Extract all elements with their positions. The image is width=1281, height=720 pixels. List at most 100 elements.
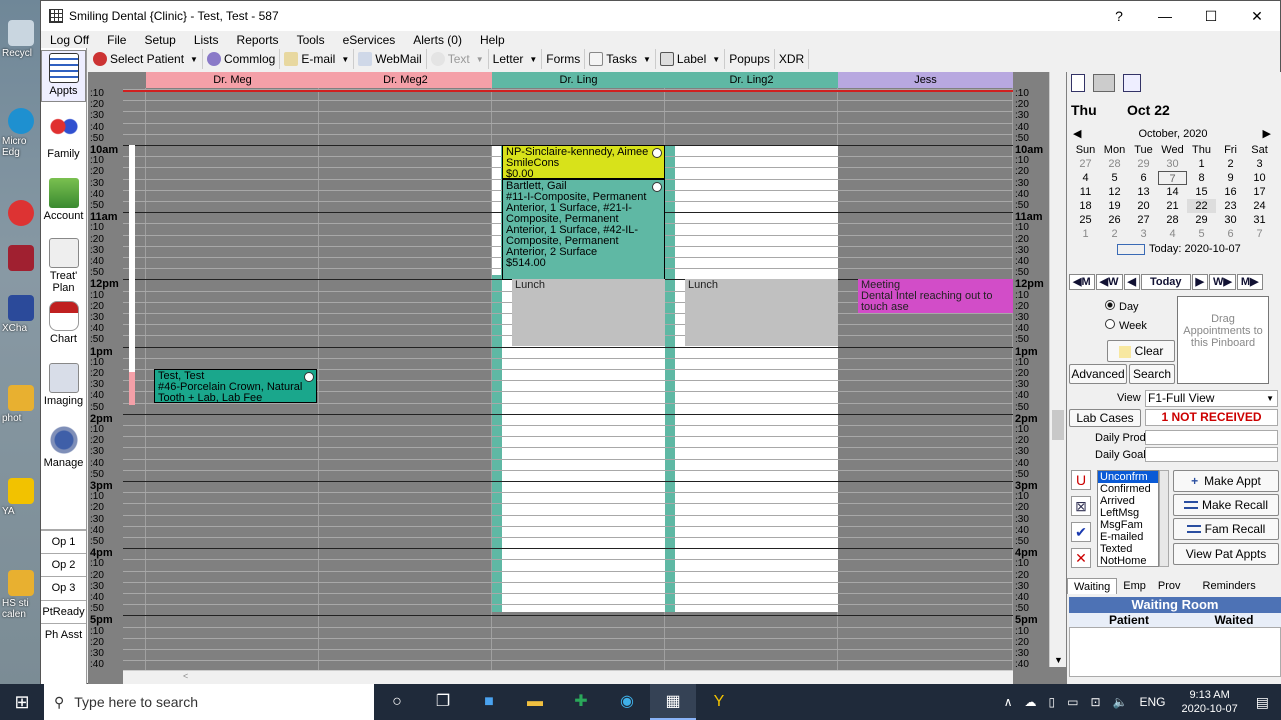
module-imaging[interactable]: Imaging bbox=[41, 363, 86, 407]
calendar-cell[interactable]: 13 bbox=[1129, 185, 1158, 199]
cloud-icon[interactable]: ☁ bbox=[1025, 695, 1037, 709]
calendar-cell[interactable]: 9 bbox=[1216, 171, 1245, 185]
prev-month-arrow-icon[interactable]: ◀ bbox=[1073, 125, 1081, 143]
status-item[interactable]: E-mailed bbox=[1098, 531, 1158, 543]
desktop-icon-photos[interactable]: phot bbox=[2, 385, 38, 424]
calendar-cell[interactable]: 6 bbox=[1129, 171, 1158, 185]
search-button[interactable]: Search bbox=[1129, 364, 1175, 384]
appointment-sinclaire-kennedy[interactable]: NP-Sinclaire-kennedy, Aimee SmileCons $0… bbox=[502, 145, 665, 179]
calendar-cell[interactable]: 7 bbox=[1158, 171, 1187, 185]
view-pat-appts-button[interactable]: View Pat Appts bbox=[1173, 543, 1279, 565]
calendar-cell[interactable]: Sun bbox=[1071, 143, 1100, 157]
chevron-up-icon[interactable]: ∧ bbox=[1004, 695, 1013, 709]
view-select[interactable]: F1-Full View ▼ bbox=[1145, 390, 1278, 407]
calendar-cell[interactable]: Sat bbox=[1245, 143, 1274, 157]
status-item[interactable]: Confirmed bbox=[1098, 483, 1158, 495]
vertical-scrollbar[interactable]: ▼ bbox=[1049, 72, 1066, 667]
calendar-cell[interactable]: 29 bbox=[1187, 213, 1216, 227]
status-item[interactable]: Arrived bbox=[1098, 495, 1158, 507]
make-appt-button[interactable]: + Make Appt bbox=[1173, 470, 1279, 492]
today-button[interactable]: Today bbox=[1140, 274, 1191, 290]
next-month-arrow-icon[interactable]: ▶ bbox=[1263, 125, 1271, 143]
next-month-button[interactable]: M▶ bbox=[1236, 274, 1263, 290]
calendar-cell[interactable]: 8 bbox=[1187, 171, 1216, 185]
next-week-button[interactable]: W▶ bbox=[1209, 274, 1236, 290]
calendar-cell[interactable]: 11 bbox=[1071, 185, 1100, 199]
opendental-taskbar-icon[interactable]: ▦ bbox=[650, 684, 696, 720]
menu-setup[interactable]: Setup bbox=[135, 33, 184, 47]
calendar-cell[interactable]: 5 bbox=[1187, 227, 1216, 241]
ya-taskbar-icon[interactable]: Y bbox=[696, 684, 742, 720]
op-button-1[interactable]: Op 1 bbox=[41, 530, 86, 553]
calendar-cell[interactable]: 16 bbox=[1216, 185, 1245, 199]
day-radio[interactable]: Day bbox=[1105, 300, 1139, 313]
notepad-icon[interactable] bbox=[1071, 74, 1085, 92]
calendar-cell[interactable]: 1 bbox=[1071, 227, 1100, 241]
calendar-cell[interactable]: Fri bbox=[1216, 143, 1245, 157]
op-button-3[interactable]: Op 3 bbox=[41, 576, 86, 599]
calendar-cell[interactable]: 23 bbox=[1216, 199, 1245, 213]
provider-header-dr-ling[interactable]: Dr. Ling bbox=[492, 72, 665, 88]
calendar-cell[interactable]: 22 bbox=[1187, 199, 1216, 213]
popups-button[interactable]: Popups bbox=[725, 49, 775, 69]
pt-ready-button[interactable]: PtReady bbox=[41, 600, 86, 623]
cortana-icon[interactable]: ○ bbox=[374, 684, 420, 720]
calendar-cell[interactable]: 30 bbox=[1216, 213, 1245, 227]
clear-button[interactable]: Clear bbox=[1107, 340, 1175, 362]
scroll-left-arrow-icon[interactable]: < bbox=[183, 671, 188, 681]
scroll-thumb[interactable] bbox=[1052, 410, 1064, 440]
network-icon[interactable]: ⊡ bbox=[1090, 695, 1100, 709]
chevron-down-icon[interactable]: ▼ bbox=[712, 55, 720, 64]
calendar-cell[interactable]: 27 bbox=[1129, 213, 1158, 227]
task-view-icon[interactable]: ❐ bbox=[420, 684, 466, 720]
edge-taskbar-icon[interactable]: ◉ bbox=[604, 684, 650, 720]
menu-reports[interactable]: Reports bbox=[228, 33, 288, 47]
menu-alerts[interactable]: Alerts (0) bbox=[404, 33, 471, 47]
desktop-icon-calendar[interactable]: HS sti calen bbox=[2, 570, 38, 620]
provider-header-jess[interactable]: Jess bbox=[838, 72, 1013, 88]
week-radio[interactable]: Week bbox=[1105, 319, 1147, 332]
maximize-button[interactable]: ☐ bbox=[1188, 8, 1234, 25]
op-button-2[interactable]: Op 2 bbox=[41, 553, 86, 576]
tab-emp[interactable]: Emp bbox=[1117, 578, 1152, 594]
blockout-meeting-jess[interactable]: Meeting Dental Intel reaching out to tou… bbox=[858, 279, 1013, 313]
battery-icon[interactable]: ▭ bbox=[1067, 695, 1078, 709]
calendar-cell[interactable]: 15 bbox=[1187, 185, 1216, 199]
unconfirmed-icon[interactable]: U bbox=[1071, 470, 1091, 490]
calendar-cell[interactable]: 28 bbox=[1158, 213, 1187, 227]
broken-appt-icon[interactable]: ⊠ bbox=[1071, 496, 1091, 516]
calendar-today[interactable]: Today: 2020-10-07 bbox=[1117, 243, 1279, 255]
calendar-cell[interactable]: 3 bbox=[1129, 227, 1158, 241]
calendar-cell[interactable]: 21 bbox=[1158, 199, 1187, 213]
forms-button[interactable]: Forms bbox=[542, 49, 586, 69]
chevron-down-icon[interactable]: ▼ bbox=[529, 55, 537, 64]
module-chart[interactable]: Chart bbox=[41, 301, 86, 345]
calendar-cell[interactable]: 29 bbox=[1129, 157, 1158, 171]
calendar-cell[interactable]: 19 bbox=[1100, 199, 1129, 213]
prev-day-button[interactable]: ◀ bbox=[1123, 274, 1140, 290]
module-account[interactable]: Account bbox=[41, 178, 86, 222]
module-manage[interactable]: Manage bbox=[41, 425, 86, 469]
desktop-icon-ya[interactable]: YA bbox=[2, 478, 38, 517]
next-day-button[interactable]: ▶ bbox=[1191, 274, 1209, 290]
calendar-cell[interactable]: 27 bbox=[1071, 157, 1100, 171]
calendar-cell[interactable]: Mon bbox=[1100, 143, 1129, 157]
email-button[interactable]: E-mail ▼ bbox=[280, 49, 355, 69]
calendar-cell[interactable]: 12 bbox=[1100, 185, 1129, 199]
checkmark-icon[interactable]: ✔ bbox=[1071, 522, 1091, 542]
prev-week-button[interactable]: ◀W bbox=[1095, 274, 1123, 290]
calendar-cell[interactable]: 14 bbox=[1158, 185, 1187, 199]
calendar-cell[interactable]: 4 bbox=[1158, 227, 1187, 241]
desktop-icon-edge[interactable]: Micro Edg bbox=[2, 108, 38, 158]
horizontal-scrollbar[interactable]: < bbox=[123, 670, 1013, 684]
calendar-cell[interactable]: Wed bbox=[1158, 143, 1187, 157]
provider-header-dr-meg[interactable]: Dr. Meg bbox=[146, 72, 319, 88]
tab-waiting[interactable]: Waiting bbox=[1067, 578, 1118, 594]
calendar-cell[interactable]: 24 bbox=[1245, 199, 1274, 213]
letter-button[interactable]: Letter ▼ bbox=[489, 49, 543, 69]
calendar-cell[interactable]: 28 bbox=[1100, 157, 1129, 171]
chevron-down-icon[interactable]: ▼ bbox=[643, 55, 651, 64]
chevron-down-icon[interactable]: ▼ bbox=[476, 55, 484, 64]
provider-header-dr-ling2[interactable]: Dr. Ling2 bbox=[665, 72, 838, 88]
desktop-icon-app[interactable] bbox=[2, 245, 38, 273]
